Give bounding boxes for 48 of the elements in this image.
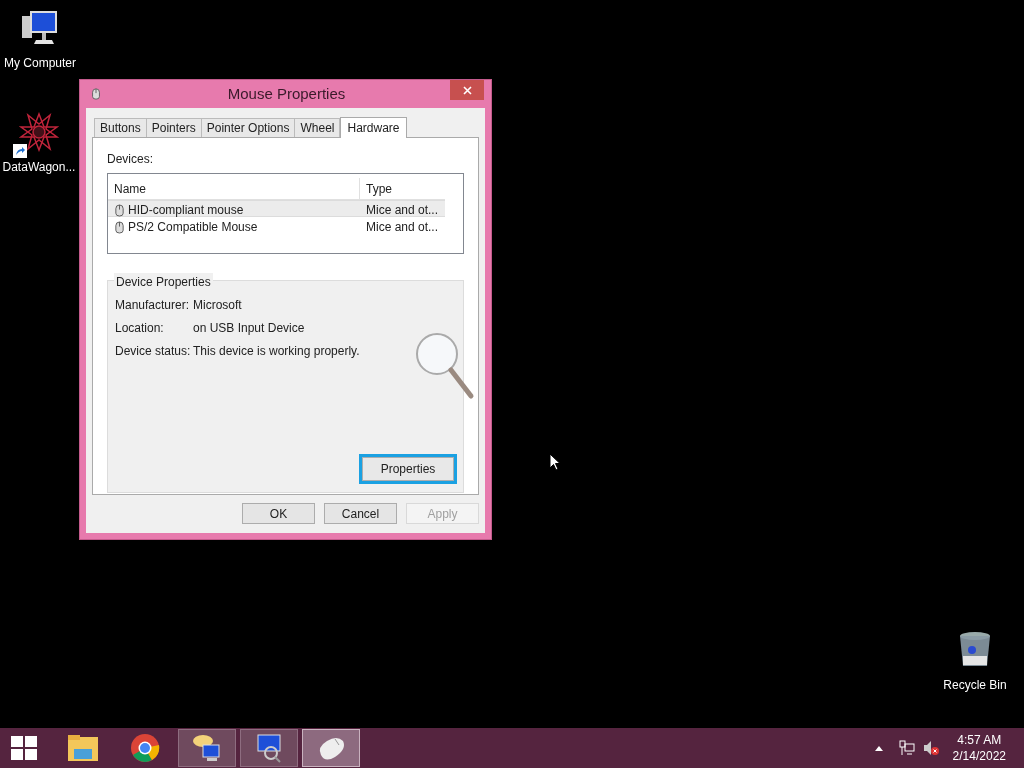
browser-icon — [130, 733, 160, 763]
device-name: PS/2 Compatible Mouse — [128, 219, 258, 236]
desktop-icon-label[interactable]: DataWagon... — [2, 158, 76, 176]
tab[interactable]: Hardware — [340, 117, 407, 138]
column-header[interactable]: Name — [108, 178, 360, 199]
desktop-icon-label[interactable]: My Computer — [4, 54, 76, 72]
muted-speaker-icon[interactable] — [922, 740, 939, 756]
property-label: Device status: — [115, 343, 192, 360]
mouse-icon — [114, 203, 125, 217]
folder-icon — [66, 733, 100, 763]
tab[interactable]: Pointers — [145, 118, 202, 137]
property-value: This device is working properly. — [193, 343, 361, 360]
tab[interactable]: Pointer Options — [200, 118, 296, 137]
device-type: Mice and ot... — [365, 202, 440, 219]
property-value: on USB Input Device — [193, 320, 306, 337]
properties-button[interactable]: Properties — [359, 454, 457, 484]
network-icon[interactable] — [898, 740, 915, 756]
mouse-icon — [114, 220, 125, 234]
tab[interactable]: Wheel — [294, 118, 341, 137]
taskbar-app[interactable] — [240, 729, 298, 767]
property-label: Manufacturer: — [115, 297, 191, 314]
device-type: Mice and ot... — [365, 219, 440, 236]
show-hidden-icons-icon[interactable] — [874, 745, 883, 751]
clock-date[interactable]: 2/14/2022 — [952, 748, 1006, 764]
taskbar-app[interactable] — [302, 729, 360, 767]
dialog-button[interactable]: Cancel — [324, 503, 397, 524]
group-title: Device Properties — [114, 273, 213, 291]
devices-label: Devices: — [107, 151, 154, 168]
clock-time[interactable]: 4:57 AM — [957, 732, 1002, 748]
mouse-icon — [89, 88, 103, 100]
tab[interactable]: Buttons — [94, 118, 147, 137]
close-button[interactable] — [450, 80, 484, 100]
star-icon[interactable] — [19, 112, 59, 152]
property-value: Microsoft — [193, 297, 243, 314]
device-name: HID-compliant mouse — [128, 202, 244, 219]
chat-computer-icon — [191, 733, 223, 763]
dialog-button[interactable]: OK — [242, 503, 315, 524]
column-header[interactable]: Type — [360, 178, 445, 199]
taskbar-app[interactable] — [178, 729, 236, 767]
shortcut-arrow-icon — [13, 144, 27, 158]
device-row[interactable]: PS/2 Compatible Mouse Mice and ot... — [108, 217, 445, 234]
close-icon — [462, 85, 472, 95]
window-title: Mouse Properties — [227, 83, 346, 104]
mouse-pointer-icon — [549, 453, 560, 471]
desktop-icon-label[interactable]: Recycle Bin — [943, 676, 1007, 694]
property-label: Location: — [115, 320, 165, 337]
windows-logo-icon — [11, 736, 37, 760]
device-row[interactable]: HID-compliant mouse Mice and ot... — [108, 200, 445, 217]
